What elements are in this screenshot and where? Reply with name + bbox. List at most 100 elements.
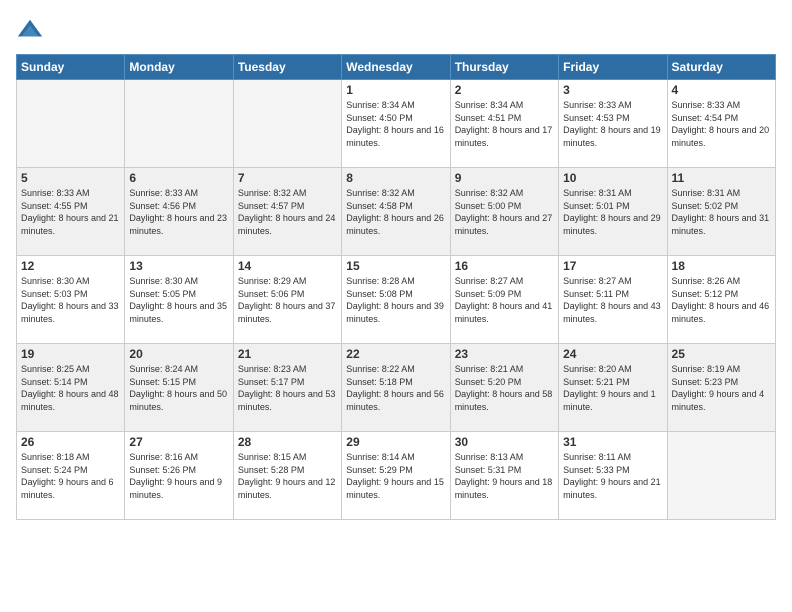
day-info: Sunrise: 8:27 AM Sunset: 5:09 PM Dayligh…	[455, 275, 554, 325]
day-number: 20	[129, 347, 228, 361]
day-info: Sunrise: 8:16 AM Sunset: 5:26 PM Dayligh…	[129, 451, 228, 501]
day-number: 9	[455, 171, 554, 185]
calendar-day-cell: 13Sunrise: 8:30 AM Sunset: 5:05 PM Dayli…	[125, 256, 233, 344]
day-info: Sunrise: 8:28 AM Sunset: 5:08 PM Dayligh…	[346, 275, 445, 325]
day-number: 19	[21, 347, 120, 361]
weekday-header-wednesday: Wednesday	[342, 55, 450, 80]
day-info: Sunrise: 8:21 AM Sunset: 5:20 PM Dayligh…	[455, 363, 554, 413]
day-info: Sunrise: 8:33 AM Sunset: 4:53 PM Dayligh…	[563, 99, 662, 149]
calendar-day-cell: 23 Sunrise: 8:21 AM Sunset: 5:20 PM Dayli…	[450, 344, 558, 432]
day-number: 7	[238, 171, 337, 185]
calendar-week-row: 12 Sunrise: 8:30 AM Sunset: 5:03 PM Dayli…	[17, 256, 776, 344]
day-info: Sunrise: 8:30 AM Sunset: 5:05 PM Dayligh…	[129, 275, 228, 325]
calendar-day-cell: 22 Sunrise: 8:22 AM Sunset: 5:18 PM Dayli…	[342, 344, 450, 432]
calendar-day-cell: 27Sunrise: 8:16 AM Sunset: 5:26 PM Dayli…	[125, 432, 233, 520]
day-info: Sunrise: 8:33 AM Sunset: 4:55 PM Dayligh…	[21, 187, 120, 237]
day-info: Sunrise: 8:14 AM Sunset: 5:29 PM Dayligh…	[346, 451, 445, 501]
calendar-day-cell: 10Sunrise: 8:31 AM Sunset: 5:01 PM Dayli…	[559, 168, 667, 256]
day-number: 11	[672, 171, 771, 185]
day-info: Sunrise: 8:22 AM Sunset: 5:18 PM Dayligh…	[346, 363, 445, 413]
day-number: 6	[129, 171, 228, 185]
day-info: Sunrise: 8:20 AM Sunset: 5:21 PM Dayligh…	[563, 363, 662, 413]
day-info: Sunrise: 8:11 AM Sunset: 5:33 PM Dayligh…	[563, 451, 662, 501]
weekday-header-tuesday: Tuesday	[233, 55, 341, 80]
weekday-header-saturday: Saturday	[667, 55, 775, 80]
day-info: Sunrise: 8:33 AM Sunset: 4:54 PM Dayligh…	[672, 99, 771, 149]
calendar-day-cell: 6Sunrise: 8:33 AM Sunset: 4:56 PM Daylig…	[125, 168, 233, 256]
day-info: Sunrise: 8:30 AM Sunset: 5:03 PM Dayligh…	[21, 275, 120, 325]
calendar-day-cell: 8 Sunrise: 8:32 AM Sunset: 4:58 PM Daylig…	[342, 168, 450, 256]
day-info: Sunrise: 8:34 AM Sunset: 4:50 PM Dayligh…	[346, 99, 445, 149]
day-info: Sunrise: 8:27 AM Sunset: 5:11 PM Dayligh…	[563, 275, 662, 325]
day-number: 26	[21, 435, 120, 449]
day-number: 17	[563, 259, 662, 273]
calendar-day-cell: 15 Sunrise: 8:28 AM Sunset: 5:08 PM Dayli…	[342, 256, 450, 344]
calendar-day-cell: 19 Sunrise: 8:25 AM Sunset: 5:14 PM Dayli…	[17, 344, 125, 432]
day-number: 1	[346, 83, 445, 97]
empty-cell	[233, 80, 341, 168]
weekday-header-sunday: Sunday	[17, 55, 125, 80]
weekday-header-monday: Monday	[125, 55, 233, 80]
calendar-day-cell: 11 Sunrise: 8:31 AM Sunset: 5:02 PM Dayli…	[667, 168, 775, 256]
day-info: Sunrise: 8:24 AM Sunset: 5:15 PM Dayligh…	[129, 363, 228, 413]
day-number: 22	[346, 347, 445, 361]
calendar-day-cell: 2Sunrise: 8:34 AM Sunset: 4:51 PM Daylig…	[450, 80, 558, 168]
calendar-container: SundayMondayTuesdayWednesdayThursdayFrid…	[0, 0, 792, 612]
calendar-week-row: 26 Sunrise: 8:18 AM Sunset: 5:24 PM Dayli…	[17, 432, 776, 520]
day-number: 5	[21, 171, 120, 185]
day-number: 8	[346, 171, 445, 185]
day-number: 30	[455, 435, 554, 449]
calendar-day-cell: 3 Sunrise: 8:33 AM Sunset: 4:53 PM Daylig…	[559, 80, 667, 168]
calendar-day-cell: 7 Sunrise: 8:32 AM Sunset: 4:57 PM Daylig…	[233, 168, 341, 256]
calendar-day-cell: 28Sunrise: 8:15 AM Sunset: 5:28 PM Dayli…	[233, 432, 341, 520]
calendar-day-cell: 21 Sunrise: 8:23 AM Sunset: 5:17 PM Dayli…	[233, 344, 341, 432]
day-number: 15	[346, 259, 445, 273]
calendar-day-cell: 25Sunrise: 8:19 AM Sunset: 5:23 PM Dayli…	[667, 344, 775, 432]
day-info: Sunrise: 8:29 AM Sunset: 5:06 PM Dayligh…	[238, 275, 337, 325]
empty-cell	[17, 80, 125, 168]
day-info: Sunrise: 8:34 AM Sunset: 4:51 PM Dayligh…	[455, 99, 554, 149]
calendar-day-cell: 5 Sunrise: 8:33 AM Sunset: 4:55 PM Daylig…	[17, 168, 125, 256]
day-info: Sunrise: 8:18 AM Sunset: 5:24 PM Dayligh…	[21, 451, 120, 501]
empty-cell	[125, 80, 233, 168]
calendar-day-cell: 9 Sunrise: 8:32 AM Sunset: 5:00 PM Daylig…	[450, 168, 558, 256]
day-info: Sunrise: 8:32 AM Sunset: 4:57 PM Dayligh…	[238, 187, 337, 237]
day-info: Sunrise: 8:26 AM Sunset: 5:12 PM Dayligh…	[672, 275, 771, 325]
calendar-table: SundayMondayTuesdayWednesdayThursdayFrid…	[16, 54, 776, 520]
day-number: 3	[563, 83, 662, 97]
calendar-day-cell: 26 Sunrise: 8:18 AM Sunset: 5:24 PM Dayli…	[17, 432, 125, 520]
weekday-header-thursday: Thursday	[450, 55, 558, 80]
empty-cell	[667, 432, 775, 520]
day-number: 21	[238, 347, 337, 361]
day-info: Sunrise: 8:31 AM Sunset: 5:02 PM Dayligh…	[672, 187, 771, 237]
calendar-week-row: 19 Sunrise: 8:25 AM Sunset: 5:14 PM Dayli…	[17, 344, 776, 432]
day-info: Sunrise: 8:25 AM Sunset: 5:14 PM Dayligh…	[21, 363, 120, 413]
logo-icon	[16, 16, 44, 44]
day-number: 12	[21, 259, 120, 273]
day-number: 24	[563, 347, 662, 361]
calendar-day-cell: 1 Sunrise: 8:34 AM Sunset: 4:50 PM Daylig…	[342, 80, 450, 168]
header	[16, 16, 776, 44]
weekday-header-row: SundayMondayTuesdayWednesdayThursdayFrid…	[17, 55, 776, 80]
day-number: 10	[563, 171, 662, 185]
calendar-day-cell: 18Sunrise: 8:26 AM Sunset: 5:12 PM Dayli…	[667, 256, 775, 344]
day-info: Sunrise: 8:19 AM Sunset: 5:23 PM Dayligh…	[672, 363, 771, 413]
calendar-day-cell: 16 Sunrise: 8:27 AM Sunset: 5:09 PM Dayli…	[450, 256, 558, 344]
calendar-day-cell: 20 Sunrise: 8:24 AM Sunset: 5:15 PM Dayli…	[125, 344, 233, 432]
calendar-day-cell: 14 Sunrise: 8:29 AM Sunset: 5:06 PM Dayli…	[233, 256, 341, 344]
day-number: 23	[455, 347, 554, 361]
calendar-day-cell: 29 Sunrise: 8:14 AM Sunset: 5:29 PM Dayli…	[342, 432, 450, 520]
day-info: Sunrise: 8:32 AM Sunset: 5:00 PM Dayligh…	[455, 187, 554, 237]
day-number: 16	[455, 259, 554, 273]
day-number: 29	[346, 435, 445, 449]
day-info: Sunrise: 8:13 AM Sunset: 5:31 PM Dayligh…	[455, 451, 554, 501]
calendar-week-row: 5 Sunrise: 8:33 AM Sunset: 4:55 PM Daylig…	[17, 168, 776, 256]
day-info: Sunrise: 8:15 AM Sunset: 5:28 PM Dayligh…	[238, 451, 337, 501]
calendar-day-cell: 4Sunrise: 8:33 AM Sunset: 4:54 PM Daylig…	[667, 80, 775, 168]
calendar-week-row: 1 Sunrise: 8:34 AM Sunset: 4:50 PM Daylig…	[17, 80, 776, 168]
day-number: 14	[238, 259, 337, 273]
day-info: Sunrise: 8:32 AM Sunset: 4:58 PM Dayligh…	[346, 187, 445, 237]
day-number: 31	[563, 435, 662, 449]
calendar-day-cell: 24 Sunrise: 8:20 AM Sunset: 5:21 PM Dayli…	[559, 344, 667, 432]
day-info: Sunrise: 8:23 AM Sunset: 5:17 PM Dayligh…	[238, 363, 337, 413]
